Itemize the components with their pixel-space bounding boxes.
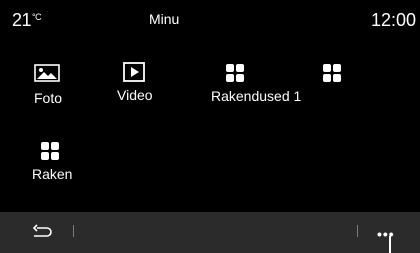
apps-grid-icon [41, 142, 67, 162]
app-tile-foto[interactable]: Foto [34, 64, 62, 106]
back-button[interactable] [30, 222, 54, 244]
app-tile-label: Rakendused 1 [211, 88, 302, 104]
temperature-value: 21 [12, 10, 32, 30]
app-tile-rakendused-1[interactable]: Rakendused 1 [211, 64, 301, 104]
app-tile-video[interactable]: Video [117, 62, 153, 103]
scroll-indicator [389, 236, 391, 253]
video-icon [123, 62, 149, 82]
bottom-bar: ••• [0, 212, 420, 253]
photo-icon [34, 64, 60, 84]
status-bar: 21°C Minu 12:00 [0, 0, 420, 40]
more-button[interactable]: ••• [377, 226, 399, 241]
apps-grid-icon [323, 64, 349, 84]
app-tile-label: Raken [32, 166, 73, 182]
app-tile-unlabeled[interactable] [323, 64, 349, 90]
temperature-unit: °C [32, 12, 42, 22]
outside-temperature: 21°C [12, 10, 42, 31]
divider [357, 225, 358, 237]
page-title: Minu [149, 11, 180, 27]
more-icon: ••• [377, 226, 395, 242]
back-arrow-icon [32, 224, 52, 237]
app-tile-label: Video [117, 87, 153, 103]
app-tile-raken[interactable]: Raken [32, 142, 72, 182]
divider [73, 225, 74, 237]
app-tile-label: Foto [34, 90, 63, 106]
clock: 12:00 [370, 10, 416, 30]
apps-grid-icon [226, 64, 252, 84]
